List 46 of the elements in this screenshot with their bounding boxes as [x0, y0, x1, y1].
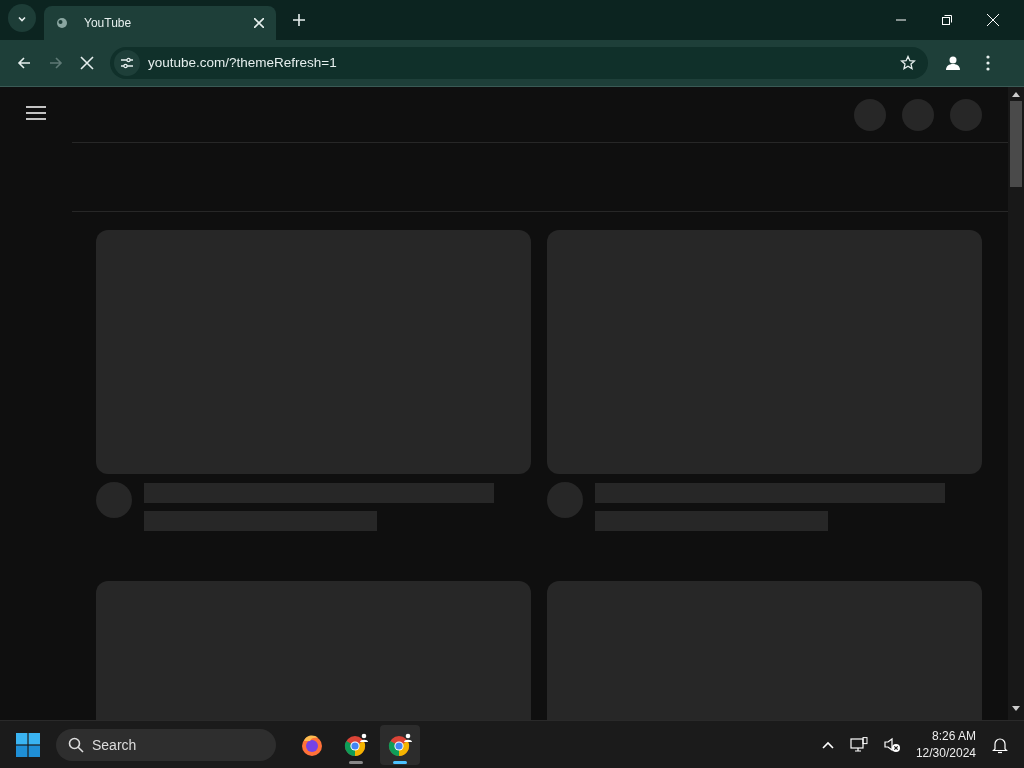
restore-icon — [942, 15, 952, 25]
back-button[interactable] — [16, 55, 32, 71]
menu-icon — [986, 55, 990, 71]
clock-date[interactable]: 12/30/2024 — [915, 744, 976, 761]
close-icon — [987, 14, 999, 26]
muted-speaker-icon[interactable] — [883, 736, 900, 753]
network-icon[interactable] — [849, 736, 868, 753]
browser-logo-icon — [387, 731, 413, 758]
address-text[interactable]: youtube.com/?themeRefresh=1 — [148, 52, 337, 74]
profile-icon — [944, 54, 962, 72]
loading-circle — [902, 98, 934, 131]
forward-arrow-icon — [48, 55, 64, 71]
bookmark-star-button[interactable] — [900, 55, 916, 71]
back-arrow-icon — [16, 55, 32, 71]
menu-button[interactable] — [986, 55, 990, 71]
tab-title: YouTube — [84, 15, 132, 32]
browser-logo-icon — [343, 731, 369, 758]
site-settings-icon — [120, 56, 134, 70]
start-button[interactable] — [16, 732, 40, 757]
tab-search-button[interactable] — [8, 4, 36, 32]
close-icon — [254, 18, 264, 28]
tab-close-button[interactable] — [254, 18, 264, 28]
browser-tab[interactable]: YouTube — [44, 6, 276, 40]
scrollbar-thumb[interactable] — [1010, 101, 1022, 187]
scroll-up-arrow-icon[interactable] — [1012, 91, 1020, 97]
avatar-placeholder — [547, 482, 583, 518]
bookmark-star-icon — [900, 55, 916, 71]
profile-button[interactable] — [944, 54, 962, 72]
taskbar-search-field[interactable]: Search — [56, 728, 276, 761]
windows-logo-icon — [16, 732, 40, 757]
menu-button[interactable] — [26, 103, 46, 123]
chevron-up-icon[interactable] — [821, 740, 834, 749]
menu-icon — [26, 105, 46, 121]
scroll-down-arrow-icon[interactable] — [1012, 706, 1020, 712]
taskbar-app-button[interactable] — [380, 724, 420, 765]
clock-time[interactable]: 8:26 AM — [915, 728, 976, 745]
notification-bell-icon[interactable] — [992, 735, 1008, 754]
loading-circle — [854, 98, 886, 131]
new-tab-button[interactable] — [292, 13, 306, 27]
close-icon — [80, 56, 94, 70]
avatar-placeholder — [96, 482, 132, 518]
plus-icon — [292, 13, 306, 27]
loading-circle — [950, 98, 982, 131]
stop-loading-button[interactable] — [80, 56, 94, 70]
globe-icon — [56, 17, 68, 29]
site-settings-button[interactable] — [114, 50, 140, 76]
